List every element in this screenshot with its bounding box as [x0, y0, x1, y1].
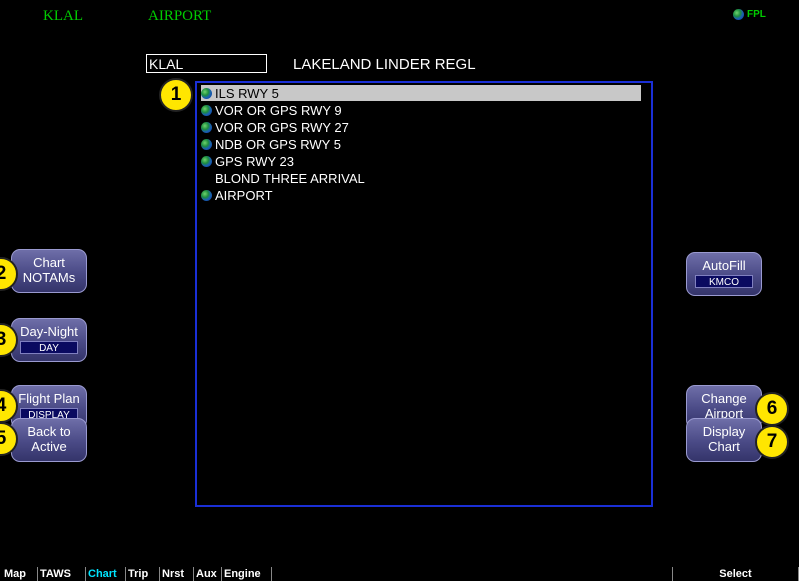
globe-icon	[201, 189, 212, 201]
header-page-title: AIRPORT	[148, 8, 212, 24]
header-airport-id: KLAL	[43, 8, 83, 24]
chart-list-item-label: AIRPORT	[215, 187, 273, 203]
display-chart-button[interactable]: Display Chart	[686, 418, 762, 462]
button-label: Active	[31, 439, 67, 454]
tab-aux[interactable]: Aux	[194, 567, 222, 581]
tab-chart[interactable]: Chart	[86, 567, 126, 581]
day-night-button[interactable]: Day-Night DAY	[11, 318, 87, 362]
chart-list-item-label: BLOND THREE ARRIVAL	[215, 170, 365, 186]
chart-list-item-label: NDB OR GPS RWY 5	[215, 136, 341, 152]
airport-name: LAKELAND LINDER REGL	[293, 56, 476, 73]
button-label: Chart	[33, 255, 65, 270]
chart-list-item[interactable]: BLOND THREE ARRIVAL	[201, 170, 365, 186]
button-label: NOTAMs	[22, 270, 76, 285]
day-night-value: DAY	[20, 341, 78, 354]
tab-taws[interactable]: TAWS	[38, 567, 86, 581]
button-label: Display	[702, 424, 746, 439]
chart-list-item-label: GPS RWY 23	[215, 153, 294, 169]
callout-marker: 1	[159, 78, 193, 112]
button-label: Change	[701, 391, 747, 406]
tab-map[interactable]: Map	[2, 567, 38, 581]
chart-list-item[interactable]: NDB OR GPS RWY 5	[201, 136, 341, 152]
globe-icon	[201, 155, 212, 167]
button-label: Chart	[708, 439, 740, 454]
button-label: Back to	[27, 424, 71, 439]
button-label: AutoFill	[702, 258, 746, 273]
chart-list-item[interactable]: VOR OR GPS RWY 9	[201, 102, 342, 118]
globe-icon	[201, 121, 212, 133]
tab-trip[interactable]: Trip	[126, 567, 160, 581]
chart-list-item[interactable]: GPS RWY 23	[201, 153, 294, 169]
callout-marker: 7	[755, 425, 789, 459]
chart-list-item-label: ILS RWY 5	[215, 85, 279, 101]
chart-list-item-label: VOR OR GPS RWY 9	[215, 102, 342, 118]
tab-nrst[interactable]: Nrst	[160, 567, 194, 581]
chart-list-item-label: VOR OR GPS RWY 27	[215, 119, 349, 135]
fpl-label: FPL	[747, 9, 766, 20]
chart-list[interactable]: ILS RWY 5 VOR OR GPS RWY 9 VOR OR GPS RW…	[195, 81, 653, 507]
back-to-active-button[interactable]: Back to Active	[11, 418, 87, 462]
globe-icon	[201, 87, 212, 99]
chart-list-item[interactable]: VOR OR GPS RWY 27	[201, 119, 349, 135]
airport-id-field[interactable]: KLAL	[146, 54, 267, 73]
select-button[interactable]: Select	[672, 567, 799, 581]
tab-engine[interactable]: Engine	[222, 567, 272, 581]
globe-icon	[733, 9, 744, 20]
fpl-indicator: FPL	[733, 9, 766, 20]
chart-notams-button[interactable]: Chart NOTAMs	[11, 249, 87, 293]
mfd-screen: KLAL AIRPORT FPL KLAL LAKELAND LINDER RE…	[0, 0, 799, 567]
button-label: Flight Plan	[18, 391, 80, 406]
autofill-button[interactable]: AutoFill KMCO	[686, 252, 762, 296]
globe-icon	[201, 104, 212, 116]
globe-icon	[201, 138, 212, 150]
autofill-value: KMCO	[695, 275, 753, 288]
chart-list-item[interactable]: ILS RWY 5	[201, 85, 641, 101]
button-label: Day-Night	[20, 324, 78, 339]
chart-list-item[interactable]: AIRPORT	[201, 187, 273, 203]
callout-marker: 6	[755, 392, 789, 426]
